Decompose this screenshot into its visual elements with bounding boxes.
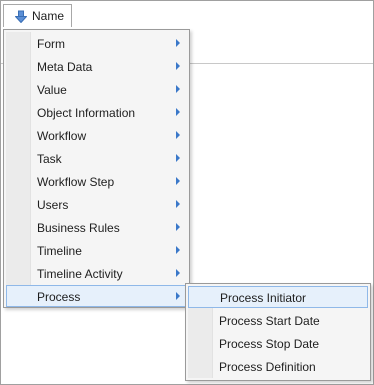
context-menu: Form Meta Data Value Object Information …: [3, 29, 190, 308]
submenu-arrow-icon: [176, 108, 180, 116]
menu-item-value[interactable]: Value: [6, 78, 187, 100]
submenu-arrow-icon: [176, 62, 180, 70]
submenu-item-label: Process Initiator: [220, 291, 307, 305]
submenu-item-label: Process Definition: [219, 360, 316, 374]
submenu-arrow-icon: [176, 269, 180, 277]
submenu-arrow-icon: [176, 85, 180, 93]
submenu-arrow-icon: [176, 223, 180, 231]
menu-item-task[interactable]: Task: [6, 147, 187, 169]
submenu-item-process-definition[interactable]: Process Definition: [188, 355, 368, 377]
menu-item-label: Meta Data: [37, 60, 93, 74]
submenu-arrow-icon: [176, 154, 180, 162]
menu-item-label: Workflow Step: [37, 175, 115, 189]
submenu-arrow-icon: [176, 246, 180, 254]
menu-item-label: Users: [37, 198, 69, 212]
menu-item-label: Business Rules: [37, 221, 120, 235]
submenu-item-process-start-date[interactable]: Process Start Date: [188, 309, 368, 331]
menu-item-label: Object Information: [37, 106, 136, 120]
submenu-item-label: Process Stop Date: [219, 337, 320, 351]
menu-item-meta-data[interactable]: Meta Data: [6, 55, 187, 77]
menu-item-timeline[interactable]: Timeline: [6, 239, 187, 261]
menu-item-business-rules[interactable]: Business Rules: [6, 216, 187, 238]
menu-item-workflow[interactable]: Workflow: [6, 124, 187, 146]
process-submenu: Process Initiator Process Start Date Pro…: [185, 283, 371, 381]
submenu-item-process-initiator[interactable]: Process Initiator: [188, 286, 368, 308]
menu-item-workflow-step[interactable]: Workflow Step: [6, 170, 187, 192]
submenu-arrow-icon: [176, 131, 180, 139]
menu-item-process[interactable]: Process: [6, 285, 187, 307]
menu-item-label: Process: [37, 290, 81, 304]
menu-item-label: Form: [37, 37, 65, 51]
submenu-item-process-stop-date[interactable]: Process Stop Date: [188, 332, 368, 354]
menu-item-timeline-activity[interactable]: Timeline Activity: [6, 262, 187, 284]
menu-item-label: Task: [37, 152, 62, 166]
name-column-label: Name: [32, 9, 65, 23]
submenu-arrow-icon: [176, 200, 180, 208]
menu-item-label: Timeline: [37, 244, 82, 258]
submenu-arrow-icon: [176, 39, 180, 47]
menu-item-form[interactable]: Form: [6, 32, 187, 54]
name-column-button[interactable]: Name: [3, 4, 72, 27]
menu-item-label: Value: [37, 83, 67, 97]
submenu-arrow-icon: [176, 292, 180, 300]
menu-item-users[interactable]: Users: [6, 193, 187, 215]
sort-down-arrow-icon: [15, 10, 27, 23]
menu-item-label: Workflow: [37, 129, 87, 143]
menu-item-label: Timeline Activity: [37, 267, 123, 281]
submenu-arrow-icon: [176, 177, 180, 185]
submenu-item-label: Process Start Date: [219, 314, 320, 328]
menu-item-object-information[interactable]: Object Information: [6, 101, 187, 123]
